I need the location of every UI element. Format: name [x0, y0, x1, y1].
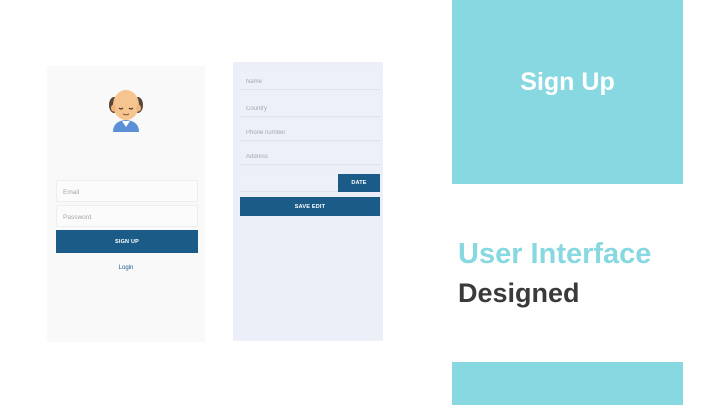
password-input[interactable] — [57, 207, 197, 228]
phone-field[interactable] — [240, 121, 380, 143]
sign-up-button[interactable]: SIGN UP — [56, 230, 198, 253]
profile-edit-screen: DATE SAVE EDIT — [233, 62, 383, 341]
address-input[interactable] — [240, 147, 380, 167]
name-input[interactable] — [240, 72, 380, 92]
date-button[interactable]: DATE — [338, 174, 380, 192]
bald-man-avatar-icon — [109, 90, 143, 132]
name-field[interactable] — [240, 70, 380, 92]
signup-screen: SIGN UP Login — [48, 67, 204, 341]
headline-designed: Designed — [458, 278, 580, 308]
save-edit-button[interactable]: SAVE EDIT — [240, 197, 380, 216]
password-field[interactable] — [56, 205, 198, 228]
country-input[interactable] — [240, 99, 380, 119]
email-input[interactable] — [57, 182, 197, 203]
country-field[interactable] — [240, 97, 380, 119]
login-link[interactable]: Login — [48, 265, 204, 271]
address-field[interactable] — [240, 145, 380, 167]
date-field[interactable] — [240, 174, 338, 192]
headline-user-interface: User Interface — [458, 238, 652, 270]
phone-input[interactable] — [240, 123, 380, 143]
panel-title: Sign Up — [520, 68, 615, 96]
sign-up-panel: Sign Up — [452, 0, 683, 184]
email-field[interactable] — [56, 180, 198, 203]
bottom-accent-bar — [452, 362, 683, 405]
